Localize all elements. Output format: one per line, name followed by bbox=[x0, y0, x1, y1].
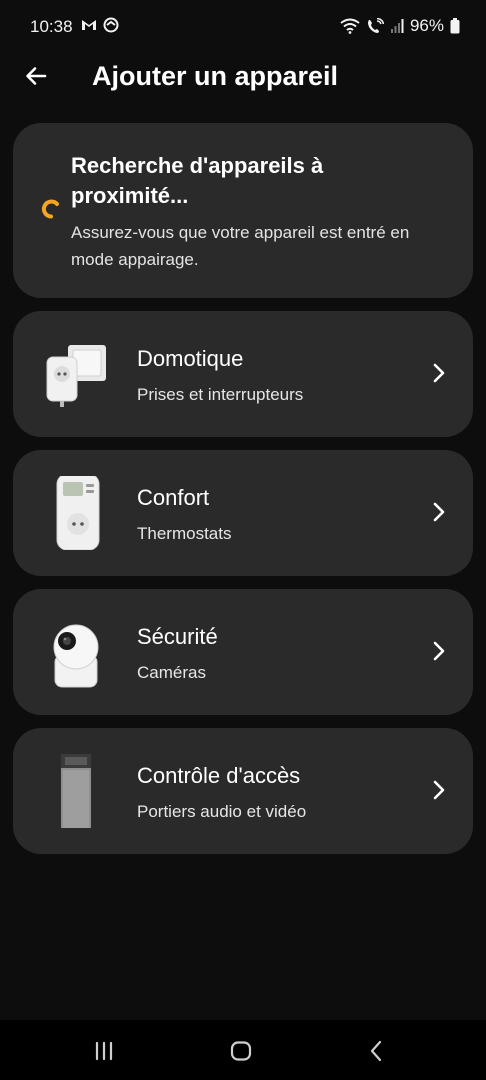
status-time: 10:38 bbox=[30, 17, 73, 36]
arrow-left-icon bbox=[26, 67, 47, 85]
system-nav-bar bbox=[0, 1020, 486, 1080]
chevron-right-icon bbox=[433, 502, 445, 522]
category-subtitle: Caméras bbox=[137, 663, 206, 682]
category-title: Sécurité bbox=[137, 624, 218, 649]
category-confort[interactable]: Confort Thermostats bbox=[13, 450, 473, 576]
category-controle-acces[interactable]: Contrôle d'accès Portiers audio et vidéo bbox=[13, 728, 473, 854]
nav-back-button[interactable] bbox=[362, 1036, 392, 1066]
camera-image bbox=[53, 624, 99, 688]
category-securite[interactable]: Sécurité Caméras bbox=[13, 589, 473, 715]
back-button[interactable] bbox=[18, 58, 54, 94]
loading-spinner-icon bbox=[41, 199, 59, 219]
home-icon bbox=[230, 1041, 252, 1061]
status-left-icons bbox=[80, 16, 120, 34]
battery-icon bbox=[450, 18, 460, 34]
signal-icon bbox=[390, 19, 404, 33]
scan-subtitle: Assurez-vous que votre appareil est entr… bbox=[71, 223, 410, 269]
sync-icon bbox=[103, 17, 119, 33]
category-title: Contrôle d'accès bbox=[137, 763, 301, 788]
category-subtitle: Prises et interrupteurs bbox=[137, 385, 304, 404]
category-title: Domotique bbox=[137, 346, 244, 371]
recents-icon bbox=[95, 1041, 113, 1061]
category-subtitle: Thermostats bbox=[137, 524, 232, 543]
chevron-right-icon bbox=[433, 641, 445, 661]
scan-title: Recherche d'appareils à proximité... bbox=[71, 153, 324, 208]
thermostat-image bbox=[56, 476, 100, 550]
back-nav-icon bbox=[370, 1040, 382, 1062]
home-button[interactable] bbox=[226, 1036, 256, 1066]
chevron-right-icon bbox=[433, 780, 445, 800]
smart-plug-switch-image bbox=[46, 345, 106, 407]
chevron-right-icon bbox=[433, 363, 445, 383]
category-domotique[interactable]: Domotique Prises et interrupteurs bbox=[13, 311, 473, 437]
status-right: 96% bbox=[340, 16, 460, 36]
battery-percent: 96% bbox=[409, 16, 444, 35]
category-title: Confort bbox=[137, 485, 210, 510]
category-subtitle: Portiers audio et vidéo bbox=[137, 802, 307, 821]
page-title: Ajouter un appareil bbox=[92, 61, 339, 91]
status-bar: 10:38 96% bbox=[0, 0, 486, 54]
scan-card: Recherche d'appareils à proximité... Ass… bbox=[13, 123, 473, 298]
door-intercom-image bbox=[61, 754, 91, 828]
wifi-icon bbox=[340, 18, 360, 34]
wifi-calling-icon bbox=[367, 18, 384, 33]
gmail-icon bbox=[82, 20, 96, 30]
recents-button[interactable] bbox=[89, 1036, 119, 1066]
